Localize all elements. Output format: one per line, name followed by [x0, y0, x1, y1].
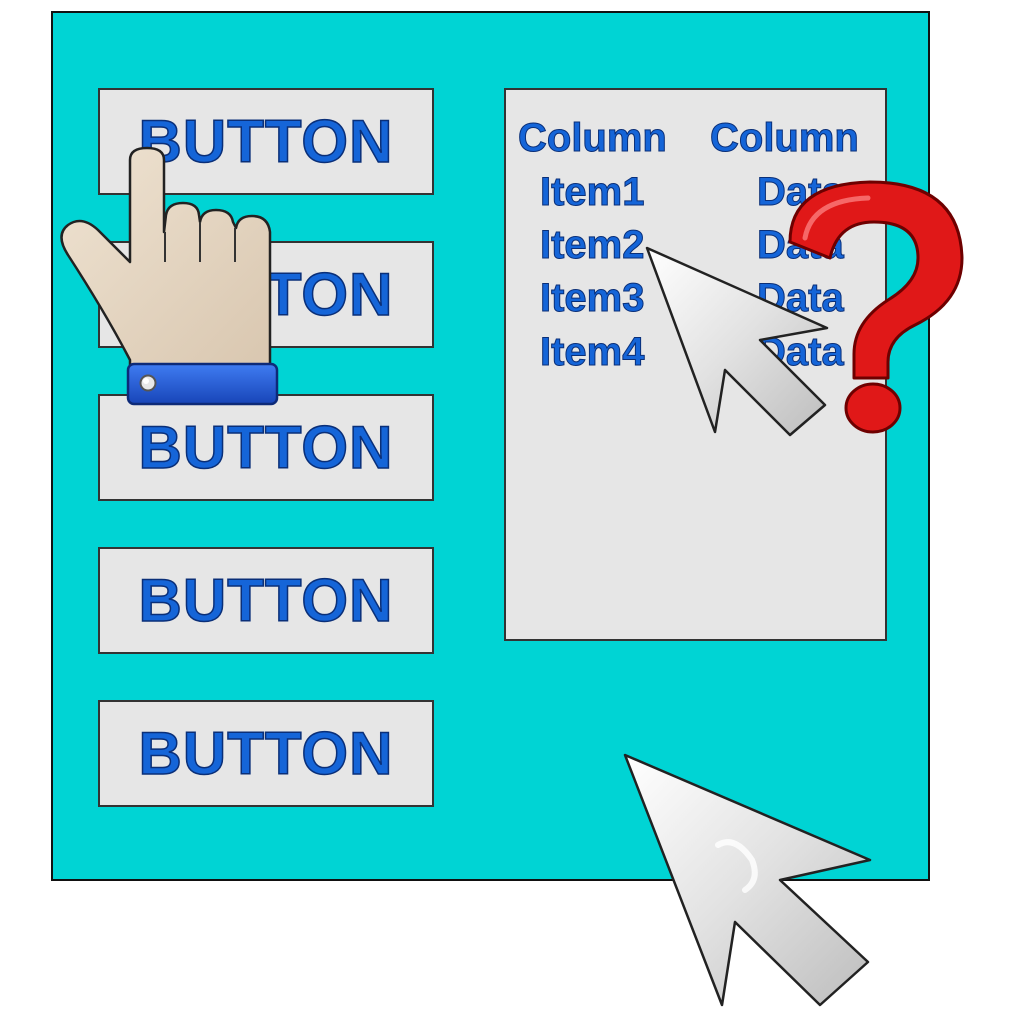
arrow-cursor-icon [645, 246, 829, 437]
pointing-hand-icon [60, 146, 279, 406]
overlay-illustrations [60, 146, 964, 1007]
arrow-cursor-icon [623, 753, 872, 1007]
